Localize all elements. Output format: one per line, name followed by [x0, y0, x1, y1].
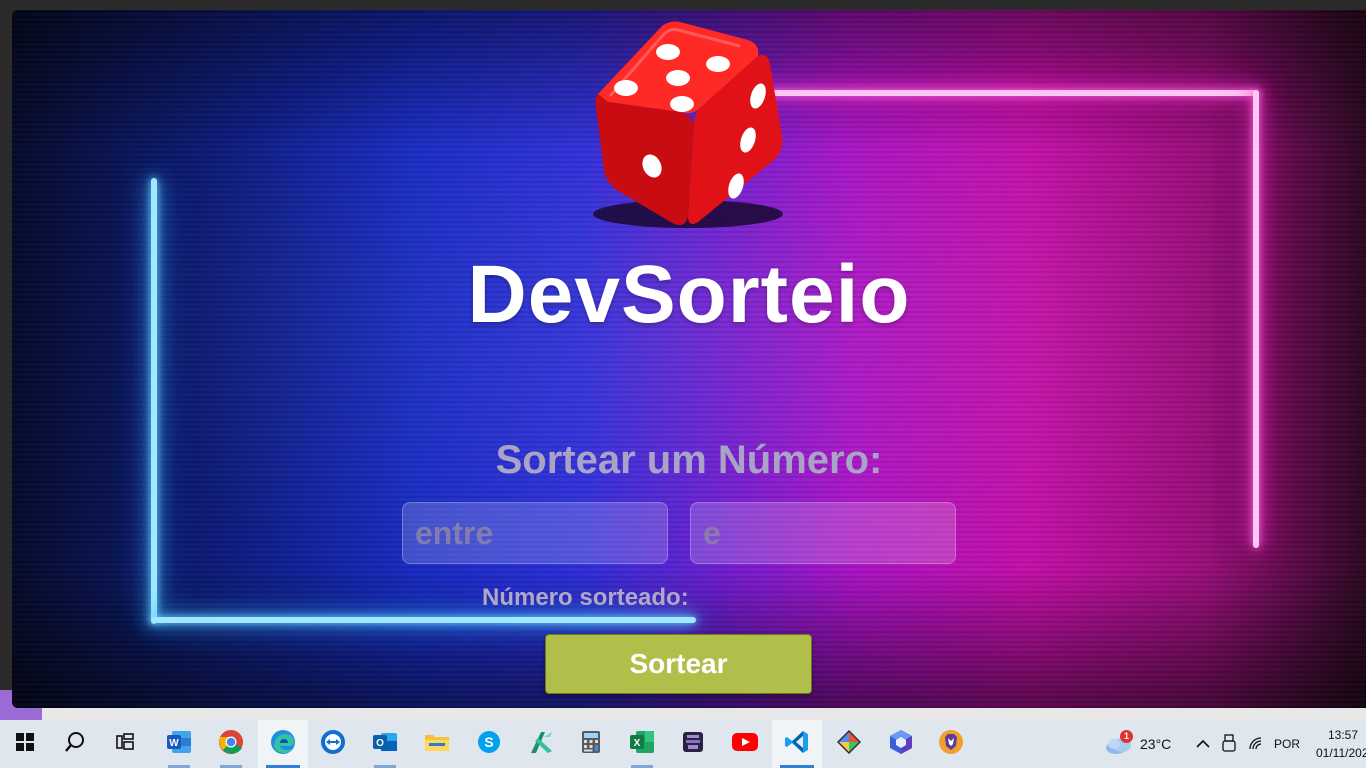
draw-heading: Sortear um Número:: [495, 438, 883, 482]
git-icon: [836, 729, 862, 760]
min-number-input[interactable]: [402, 502, 668, 564]
xamarin-icon: [528, 729, 554, 760]
network-button[interactable]: [1248, 720, 1264, 768]
search-icon: [63, 730, 87, 759]
neon-frame-pink-horizontal: [754, 90, 1259, 96]
page-title: DevSorteio: [467, 249, 911, 340]
outlook-icon: O: [372, 730, 398, 759]
windows-logo-icon: [16, 732, 34, 756]
taskbar-excel[interactable]: X: [617, 720, 667, 768]
taskbar-file-explorer[interactable]: [412, 720, 462, 768]
neon-frame-blue-vertical: [151, 178, 157, 624]
taskbar-purple-app[interactable]: [668, 720, 718, 768]
usb-icon: [1222, 733, 1236, 755]
vscode-icon: [784, 729, 810, 760]
taskbar-youtube[interactable]: [720, 720, 770, 768]
desktop-screen: DevSorteio Sortear um Número: Número sor…: [0, 0, 1366, 768]
taskbar-word[interactable]: W: [154, 720, 204, 768]
start-button[interactable]: [0, 720, 50, 768]
max-number-input[interactable]: [690, 502, 956, 564]
range-inputs: [402, 502, 962, 566]
excel-icon: X: [629, 730, 655, 759]
chevron-up-icon: [1196, 737, 1210, 752]
word-icon: W: [166, 730, 192, 759]
svg-text:S: S: [484, 734, 493, 750]
language-indicator[interactable]: POR: [1274, 720, 1300, 768]
background-window-strip: [42, 708, 1366, 720]
taskbar-skype[interactable]: S: [464, 720, 514, 768]
edge-icon: [270, 729, 296, 760]
taskbar-calculator[interactable]: [566, 720, 616, 768]
wifi-icon: [1248, 736, 1264, 753]
taskbar-brave[interactable]: [926, 720, 976, 768]
draw-button[interactable]: Sortear: [545, 634, 812, 694]
dice-logo: [590, 16, 790, 231]
folder-icon: [424, 731, 450, 758]
task-view-button[interactable]: [100, 720, 150, 768]
chrome-icon: [218, 729, 244, 760]
youtube-icon: [731, 732, 759, 757]
language-text: POR: [1274, 737, 1301, 751]
task-view-icon: [115, 732, 135, 757]
taskbar-git[interactable]: [824, 720, 874, 768]
weather-widget[interactable]: 1 23°C: [1104, 720, 1171, 768]
cloud-icon: 1: [1104, 730, 1134, 756]
app-icon: [681, 730, 705, 759]
taskbar-teamviewer[interactable]: [308, 720, 358, 768]
neon-frame-blue-horizontal: [151, 617, 696, 623]
brave-icon: [938, 729, 964, 760]
taskbar-green-app[interactable]: [516, 720, 566, 768]
clock-time: 13:57: [1328, 728, 1359, 742]
taskbar-outlook[interactable]: O: [360, 720, 410, 768]
result-label: Número sorteado:: [482, 584, 689, 611]
windows-taskbar: W O S X 1 23°C POR 13:57 01/11/202: [0, 720, 1366, 768]
svg-text:W: W: [169, 738, 179, 749]
taskbar-blue-app[interactable]: [876, 720, 926, 768]
skype-icon: S: [476, 729, 502, 760]
svg-text:X: X: [634, 738, 641, 749]
show-hidden-icons-button[interactable]: [1196, 720, 1210, 768]
taskbar-edge[interactable]: [258, 720, 308, 768]
search-button[interactable]: [50, 720, 100, 768]
power-automate-icon: [889, 729, 913, 760]
clock[interactable]: 13:57 01/11/202: [1316, 726, 1366, 762]
calculator-icon: [581, 730, 601, 759]
clock-date: 01/11/202: [1316, 746, 1366, 760]
taskbar-vscode[interactable]: [772, 720, 822, 768]
taskbar-chrome[interactable]: [206, 720, 256, 768]
teamviewer-icon: [320, 729, 346, 760]
usb-device-button[interactable]: [1222, 720, 1236, 768]
weather-notification-badge: 1: [1120, 730, 1133, 743]
temperature-text: 23°C: [1140, 736, 1172, 752]
svg-text:O: O: [376, 738, 384, 749]
devsorteio-page: DevSorteio Sortear um Número: Número sor…: [12, 10, 1366, 708]
